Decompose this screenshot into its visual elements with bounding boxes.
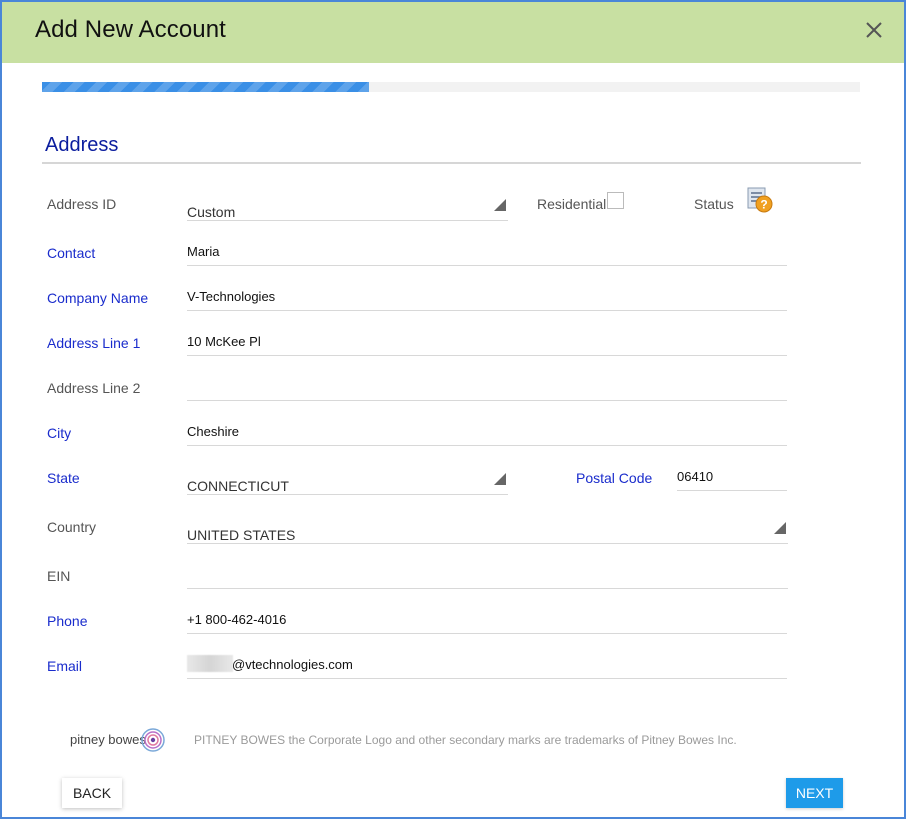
ein-input[interactable]	[187, 564, 788, 589]
address-line-2-input[interactable]	[187, 376, 787, 401]
company-name-value: V-Technologies	[187, 289, 276, 304]
logo-text: pitney bowes	[70, 732, 146, 747]
address-id-select[interactable]: Custom	[187, 196, 508, 221]
trademark-text: PITNEY BOWES the Corporate Logo and othe…	[194, 733, 737, 747]
back-button[interactable]: BACK	[62, 778, 122, 808]
residential-label: Residential	[537, 196, 607, 212]
redacted-blur	[187, 655, 233, 672]
phone-input[interactable]: +1 800-462-4016	[187, 609, 787, 634]
email-label: Email	[47, 658, 83, 674]
company-name-label: Company Name	[47, 290, 149, 306]
contact-value: Maria	[187, 244, 220, 259]
status-help-icon[interactable]: ?	[746, 186, 774, 214]
address-line-1-value: 10 McKee Pl	[187, 334, 261, 349]
close-icon[interactable]	[862, 16, 886, 44]
svg-text:?: ?	[760, 198, 767, 212]
postal-code-value: 06410	[677, 469, 714, 484]
city-input[interactable]: Cheshire	[187, 421, 787, 446]
progress-fill	[42, 82, 370, 92]
phone-value: +1 800-462-4016	[187, 612, 287, 627]
postal-code-input[interactable]: 06410	[677, 466, 787, 491]
country-value: UNITED STATES	[187, 527, 296, 543]
postal-code-label: Postal Code	[576, 470, 653, 486]
country-select[interactable]: UNITED STATES	[187, 519, 788, 544]
address-id-value: Custom	[187, 204, 236, 220]
email-input[interactable]: @vtechnologies.com	[187, 654, 787, 679]
ein-label: EIN	[47, 568, 71, 584]
pitney-bowes-mark-icon	[140, 727, 166, 753]
dialog-title-bar: Add New Account	[2, 2, 904, 63]
status-label: Status	[694, 196, 734, 212]
next-button[interactable]: NEXT	[786, 778, 843, 808]
residential-checkbox[interactable]	[607, 192, 624, 209]
address-line-1-input[interactable]: 10 McKee Pl	[187, 331, 787, 356]
contact-label: Contact	[47, 245, 96, 261]
add-account-dialog: Add New Account	[0, 0, 906, 819]
dropdown-arrow-icon	[774, 522, 786, 534]
section-title: Address	[45, 134, 119, 156]
city-label: City	[47, 425, 72, 441]
state-value: CONNECTICUT	[187, 478, 289, 494]
section-divider	[42, 162, 861, 164]
address-id-label: Address ID	[47, 196, 117, 212]
progress-bar	[42, 82, 860, 92]
company-name-input[interactable]: V-Technologies	[187, 286, 787, 311]
address-line-2-label: Address Line 2	[47, 380, 141, 396]
dialog-title: Add New Account	[35, 16, 226, 43]
email-value: @vtechnologies.com	[232, 657, 353, 672]
city-value: Cheshire	[187, 424, 240, 439]
dropdown-arrow-icon	[494, 473, 506, 485]
dropdown-arrow-icon	[494, 199, 506, 211]
state-label: State	[47, 470, 80, 486]
phone-label: Phone	[47, 613, 88, 629]
address-line-1-label: Address Line 1	[47, 335, 141, 351]
state-select[interactable]: CONNECTICUT	[187, 470, 508, 495]
country-label: Country	[47, 519, 97, 535]
contact-input[interactable]: Maria	[187, 241, 787, 266]
